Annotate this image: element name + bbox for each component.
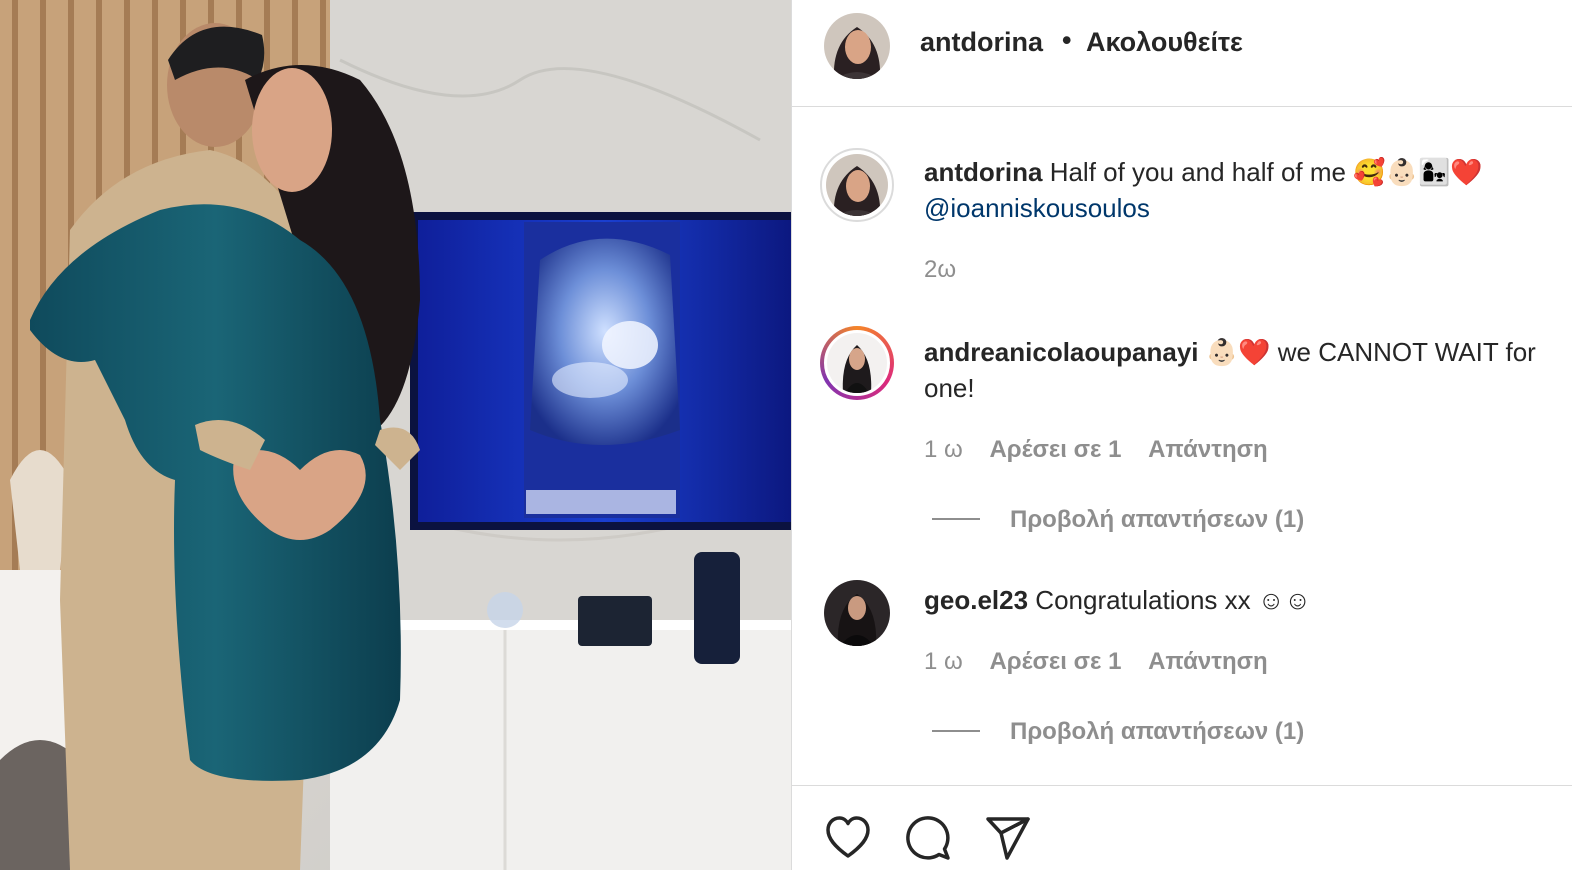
comment-likes[interactable]: Αρέσει σε 1 (989, 436, 1121, 463)
view-replies-button[interactable]: Προβολή απαντήσεων (1) (932, 718, 1304, 746)
comment-time[interactable]: 1 ω (924, 436, 963, 463)
comment-text: geo.el23 Congratulations xx ☺☺ (924, 582, 1572, 618)
post-side-panel: antdorina • Ακολουθείτε antdorina Half o… (791, 0, 1572, 870)
comment-avatar-geo-el23[interactable] (824, 580, 890, 646)
view-replies-label: Προβολή απαντήσεων (1) (1010, 718, 1305, 745)
view-replies-button[interactable]: Προβολή απαντήσεων (1) (932, 506, 1304, 534)
post-image (0, 0, 791, 870)
share-icon[interactable] (984, 814, 1032, 862)
header-separator: • (1062, 25, 1072, 55)
caption-time[interactable]: 2ω (924, 256, 956, 284)
header-avatar[interactable] (824, 13, 890, 79)
replies-divider (932, 729, 980, 732)
comment-body-line1: Congratulations xx ☺☺ (1035, 585, 1311, 615)
caption-mention[interactable]: @ioanniskousoulos (924, 193, 1150, 223)
comment-reply-button[interactable]: Απάντηση (1148, 648, 1268, 675)
post-photo[interactable] (0, 0, 791, 870)
comment-avatar-andreanicolaoupanayi[interactable] (820, 326, 894, 400)
post-header: antdorina • Ακολουθείτε (792, 0, 1572, 107)
comment-username[interactable]: geo.el23 (924, 585, 1028, 615)
caption-avatar[interactable] (820, 148, 894, 222)
view-replies-label: Προβολή απαντήσεων (1) (1010, 506, 1305, 533)
comment-meta: 1 ω Αρέσει σε 1 Απάντηση (924, 648, 1288, 676)
comment-text: andreanicolaoupanayi 👶🏻❤️ we CANNOT WAIT… (924, 334, 1572, 406)
comment-reply-button[interactable]: Απάντηση (1148, 436, 1268, 463)
header-username[interactable]: antdorina (920, 27, 1043, 58)
comment-body-line1: 👶🏻❤️ we CANNOT WAIT for (1205, 337, 1536, 367)
action-bar (792, 785, 1572, 870)
heart-icon[interactable] (824, 814, 872, 862)
comment-time[interactable]: 1 ω (924, 648, 963, 675)
follow-status-button[interactable]: Ακολουθείτε (1086, 27, 1243, 58)
comment-likes[interactable]: Αρέσει σε 1 (989, 648, 1121, 675)
comment-username[interactable]: andreanicolaoupanayi (924, 337, 1199, 367)
caption-body: Half of you and half of me 🥰👶🏻👩‍👧❤️ (1049, 157, 1483, 187)
comment-icon[interactable] (904, 814, 952, 862)
replies-divider (932, 517, 980, 520)
caption-username[interactable]: antdorina (924, 157, 1042, 187)
caption-text: antdorina Half of you and half of me 🥰👶🏻… (924, 154, 1572, 226)
comment-meta: 1 ω Αρέσει σε 1 Απάντηση (924, 436, 1288, 464)
comment-body-line2: one! (924, 373, 975, 403)
